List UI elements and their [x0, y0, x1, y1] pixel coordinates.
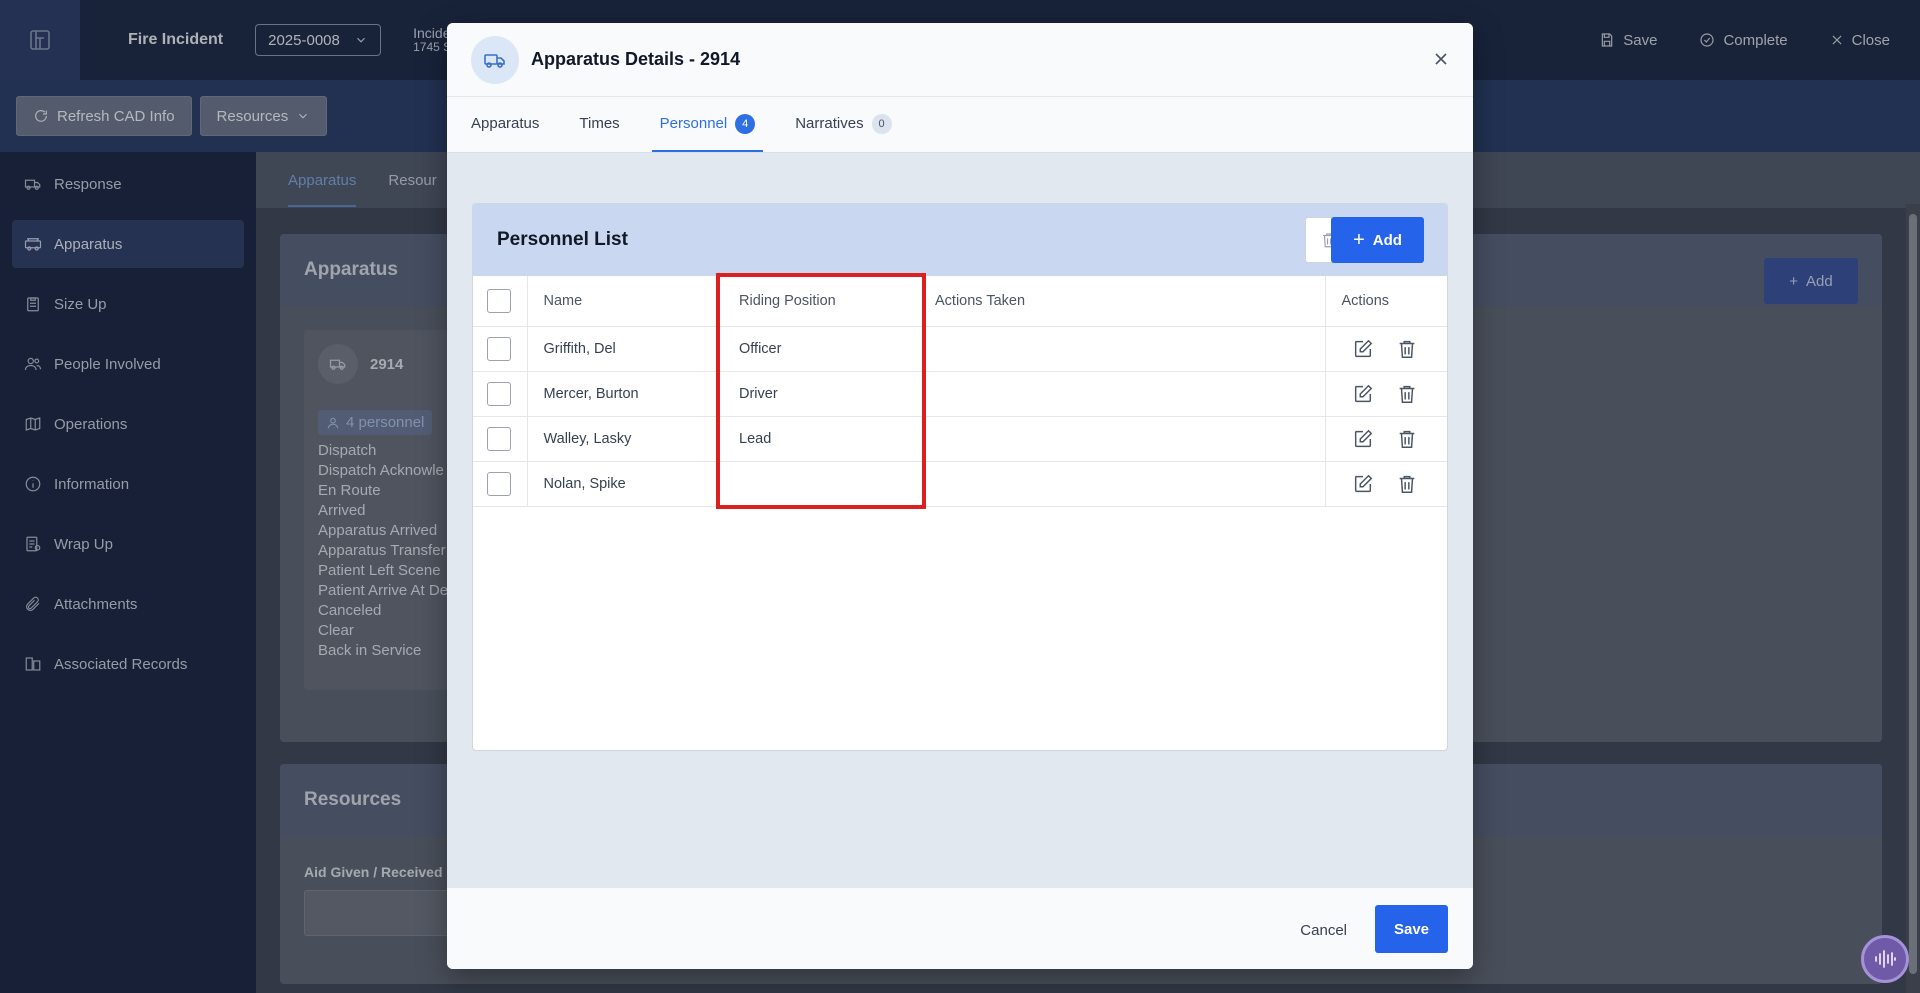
modal-icon — [471, 35, 519, 84]
column-header-actions-taken[interactable]: Actions Taken — [919, 276, 1326, 327]
select-all-checkbox[interactable] — [487, 288, 511, 313]
row-select-cell — [473, 371, 528, 417]
row-select-cell — [473, 461, 528, 507]
tab-times[interactable]: Times — [571, 97, 627, 152]
trash-icon[interactable] — [1396, 338, 1418, 360]
personnel-name: Mercer, Burton — [527, 371, 723, 417]
actions-taken — [919, 461, 1326, 507]
apparatus-details-modal: Apparatus Details - 2914 Apparatus Times… — [447, 23, 1473, 969]
voice-assistant-button[interactable] — [1861, 935, 1909, 983]
actions-taken — [919, 371, 1326, 417]
row-checkbox[interactable] — [487, 426, 511, 451]
row-checkbox[interactable] — [487, 471, 511, 496]
personnel-name: Walley, Lasky — [527, 416, 723, 462]
personnel-name: Nolan, Spike — [527, 461, 723, 507]
row-select-cell — [473, 416, 528, 462]
riding-position: Driver — [723, 371, 919, 417]
tab-label: Narratives — [795, 115, 864, 132]
select-all-cell — [473, 276, 528, 327]
cancel-button[interactable]: Cancel — [1300, 910, 1347, 950]
modal-header: Apparatus Details - 2914 — [447, 23, 1473, 97]
actions-taken — [919, 416, 1326, 462]
narratives-count-badge: 0 — [871, 113, 892, 134]
truck-icon — [484, 53, 505, 68]
riding-position: Officer — [723, 326, 919, 372]
tab-personnel[interactable]: Personnel 4 — [651, 97, 764, 152]
edit-icon[interactable] — [1352, 428, 1374, 450]
row-select-cell — [473, 326, 528, 372]
tab-narratives[interactable]: Narratives 0 — [787, 97, 899, 152]
table-row: Mercer, Burton Driver — [473, 371, 1447, 417]
trash-icon[interactable] — [1396, 383, 1418, 405]
trash-icon[interactable] — [1396, 473, 1418, 495]
table-row: Nolan, Spike — [473, 461, 1447, 507]
tab-apparatus[interactable]: Apparatus — [463, 97, 547, 152]
edit-icon[interactable] — [1352, 383, 1374, 405]
table-row: Griffith, Del Officer — [473, 326, 1447, 372]
row-actions — [1325, 416, 1447, 462]
add-personnel-label: Add — [1372, 231, 1402, 249]
modal-body: Personnel List + Add Name Riding Positio… — [447, 153, 1473, 911]
modal-footer: Cancel Save — [447, 887, 1473, 969]
riding-position — [723, 461, 919, 507]
column-header-actions: Actions — [1325, 276, 1447, 327]
row-checkbox[interactable] — [487, 336, 511, 361]
personnel-list-card: Personnel List + Add Name Riding Positio… — [472, 203, 1448, 751]
edit-icon[interactable] — [1352, 338, 1374, 360]
row-actions — [1325, 326, 1447, 372]
table-row: Walley, Lasky Lead — [473, 416, 1447, 462]
modal-title: Apparatus Details - 2914 — [531, 49, 741, 69]
personnel-table: Name Riding Position Actions Taken Actio… — [473, 276, 1447, 507]
trash-icon[interactable] — [1396, 428, 1418, 450]
table-header-row: Name Riding Position Actions Taken Actio… — [473, 276, 1447, 327]
personnel-count-badge: 4 — [735, 113, 756, 134]
column-header-name[interactable]: Name — [527, 276, 723, 327]
waveform-icon — [1875, 950, 1896, 968]
row-checkbox[interactable] — [487, 381, 511, 406]
tab-label: Times — [579, 115, 620, 132]
plus-icon: + — [1353, 228, 1365, 251]
column-header-riding-position[interactable]: Riding Position — [723, 276, 919, 327]
row-actions — [1325, 461, 1447, 507]
personnel-list-header: Personnel List + Add — [473, 204, 1447, 276]
add-personnel-button[interactable]: + Add — [1331, 217, 1424, 263]
modal-tabs: Apparatus Times Personnel 4 Narratives 0 — [447, 97, 1473, 153]
edit-icon[interactable] — [1352, 473, 1374, 495]
tab-label: Apparatus — [471, 115, 540, 132]
save-button[interactable]: Save — [1375, 905, 1448, 953]
personnel-name: Griffith, Del — [527, 326, 723, 372]
riding-position: Lead — [723, 416, 919, 462]
personnel-list-title: Personnel List — [497, 229, 628, 250]
actions-taken — [919, 326, 1326, 372]
row-actions — [1325, 371, 1447, 417]
close-icon[interactable] — [1431, 49, 1451, 69]
tab-label: Personnel — [659, 115, 728, 132]
